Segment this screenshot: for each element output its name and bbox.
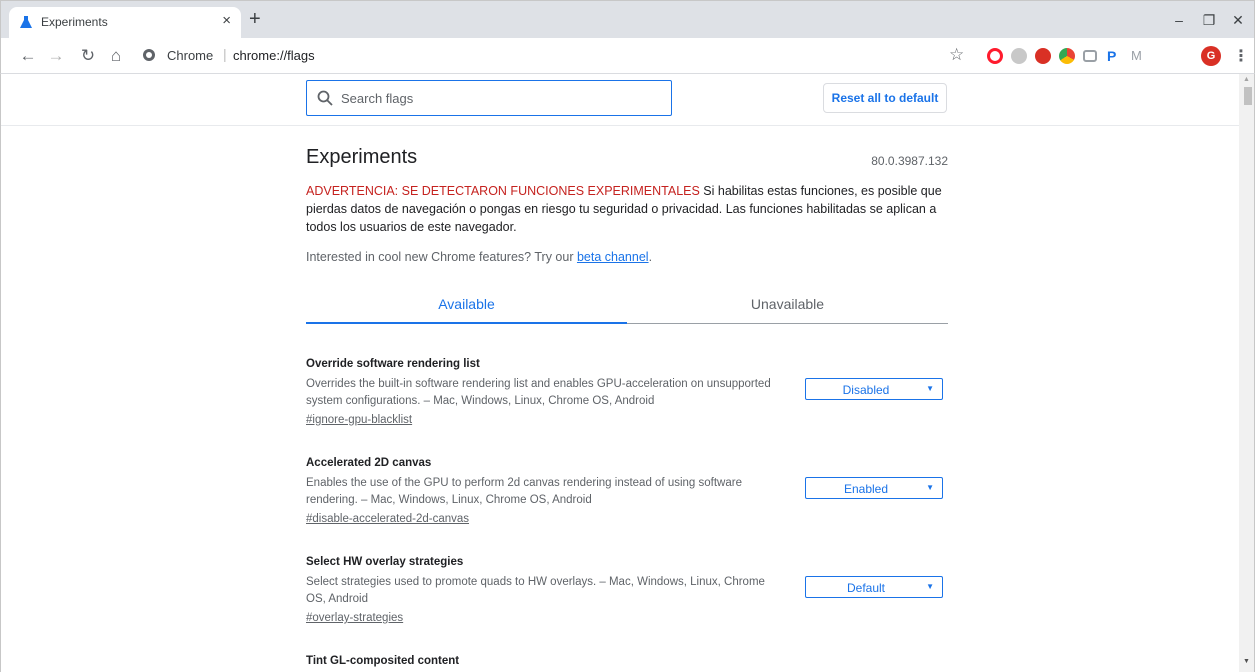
- bookmark-star-icon[interactable]: ☆: [949, 45, 964, 65]
- scroll-down-arrow-icon[interactable]: ▼: [1243, 658, 1250, 665]
- scrollbar-thumb[interactable]: [1244, 87, 1252, 105]
- beta-channel-link[interactable]: beta channel: [577, 250, 649, 264]
- search-icon: [317, 90, 333, 106]
- flag-select-dropdown[interactable]: Default ▼: [805, 576, 943, 598]
- flag-name: Override software rendering list: [306, 358, 480, 370]
- flag-item: Select HW overlay strategies Select stra…: [306, 556, 948, 626]
- tab-available[interactable]: Available: [306, 296, 627, 312]
- flags-tabs: Available Unavailable: [306, 286, 948, 324]
- flag-description: Overrides the built-in software renderin…: [306, 378, 771, 407]
- color-picker-extension-icon[interactable]: [1059, 48, 1075, 64]
- chrome-icon: [143, 49, 155, 61]
- reload-icon[interactable]: ↻: [79, 47, 97, 65]
- reset-all-button[interactable]: Reset all to default: [823, 83, 947, 113]
- adblock-plus-icon[interactable]: [1035, 48, 1051, 64]
- experimental-warning: ADVERTENCIA: SE DETECTARON FUNCIONES EXP…: [306, 182, 948, 236]
- browser-toolbar: ← → ↻ ⌂ Chrome | chrome://flags ☆ P M G …: [0, 38, 1255, 74]
- omnibox-separator: |: [223, 46, 227, 62]
- minimize-icon[interactable]: –: [1164, 9, 1194, 31]
- vertical-scrollbar[interactable]: ▲ ▼: [1239, 74, 1254, 672]
- search-input[interactable]: [341, 88, 661, 108]
- promo-text: Interested in cool new Chrome features? …: [306, 250, 577, 264]
- flag-name: Select HW overlay strategies: [306, 556, 464, 568]
- profile-avatar[interactable]: G: [1201, 46, 1221, 66]
- camera-extension-icon[interactable]: [1083, 50, 1097, 62]
- tab-title: Experiments: [41, 15, 108, 29]
- mail-extension-icon[interactable]: M: [1131, 48, 1147, 64]
- address-bar[interactable]: Chrome | chrome://flags: [141, 43, 941, 69]
- warning-heading: ADVERTENCIA: SE DETECTARON FUNCIONES EXP…: [306, 184, 700, 198]
- dropdown-arrow-icon: ▼: [926, 582, 934, 591]
- flag-select-value: Default: [846, 581, 886, 595]
- restore-icon[interactable]: ❐: [1194, 9, 1224, 31]
- window-close-icon[interactable]: ✕: [1223, 9, 1253, 31]
- dropdown-arrow-icon: ▼: [926, 384, 934, 393]
- flag-item: Override software rendering list Overrid…: [306, 358, 948, 428]
- close-tab-icon[interactable]: ×: [222, 13, 231, 29]
- omnibox-url[interactable]: chrome://flags: [233, 48, 315, 63]
- search-box[interactable]: [306, 80, 672, 116]
- new-tab-button[interactable]: +: [249, 9, 261, 29]
- flag-name: Accelerated 2D canvas: [306, 457, 432, 469]
- beta-promo: Interested in cool new Chrome features? …: [306, 250, 652, 264]
- flag-item: Tint GL-composited content: [306, 655, 948, 667]
- grey-extension-icon[interactable]: [1011, 48, 1027, 64]
- flag-permalink[interactable]: #overlay-strategies: [306, 612, 403, 624]
- tab-strip: Experiments × + – ❐ ✕: [0, 0, 1255, 39]
- flag-description: Select strategies used to promote quads …: [306, 576, 765, 605]
- active-tab-indicator: [306, 322, 627, 324]
- back-icon[interactable]: ←: [19, 47, 37, 65]
- more-menu-icon[interactable]: ⋮: [1233, 46, 1249, 66]
- page-title: Experiments: [306, 146, 418, 168]
- tab-unavailable[interactable]: Unavailable: [627, 296, 948, 312]
- flag-select-value: Enabled: [843, 482, 889, 496]
- scroll-up-arrow-icon[interactable]: ▲: [1243, 76, 1250, 83]
- flags-header: Reset all to default: [1, 74, 1239, 126]
- home-icon[interactable]: ⌂: [107, 47, 125, 65]
- omnibox-site-label: Chrome: [167, 48, 214, 63]
- promo-end: .: [648, 250, 653, 264]
- flag-select-dropdown[interactable]: Enabled ▼: [805, 477, 943, 499]
- flag-permalink[interactable]: #disable-accelerated-2d-canvas: [306, 513, 469, 525]
- pinterest-extension-icon[interactable]: P: [1107, 48, 1123, 64]
- flags-page: Reset all to default ▲ ▼ Experiments 80.…: [0, 74, 1255, 672]
- dropdown-arrow-icon: ▼: [926, 483, 934, 492]
- flag-select-value: Disabled: [842, 383, 890, 397]
- flag-name: Tint GL-composited content: [306, 655, 460, 667]
- flask-icon: [20, 16, 32, 28]
- browser-tab-experiments[interactable]: Experiments ×: [9, 7, 241, 39]
- version-label: 80.0.3987.132: [871, 154, 948, 168]
- flag-description: Enables the use of the GPU to perform 2d…: [306, 477, 742, 506]
- flag-select-dropdown[interactable]: Disabled ▼: [805, 378, 943, 400]
- flag-item: Accelerated 2D canvas Enables the use of…: [306, 457, 948, 527]
- forward-icon[interactable]: →: [47, 47, 65, 65]
- opera-extension-icon[interactable]: [987, 48, 1003, 64]
- flag-permalink[interactable]: #ignore-gpu-blacklist: [306, 414, 412, 426]
